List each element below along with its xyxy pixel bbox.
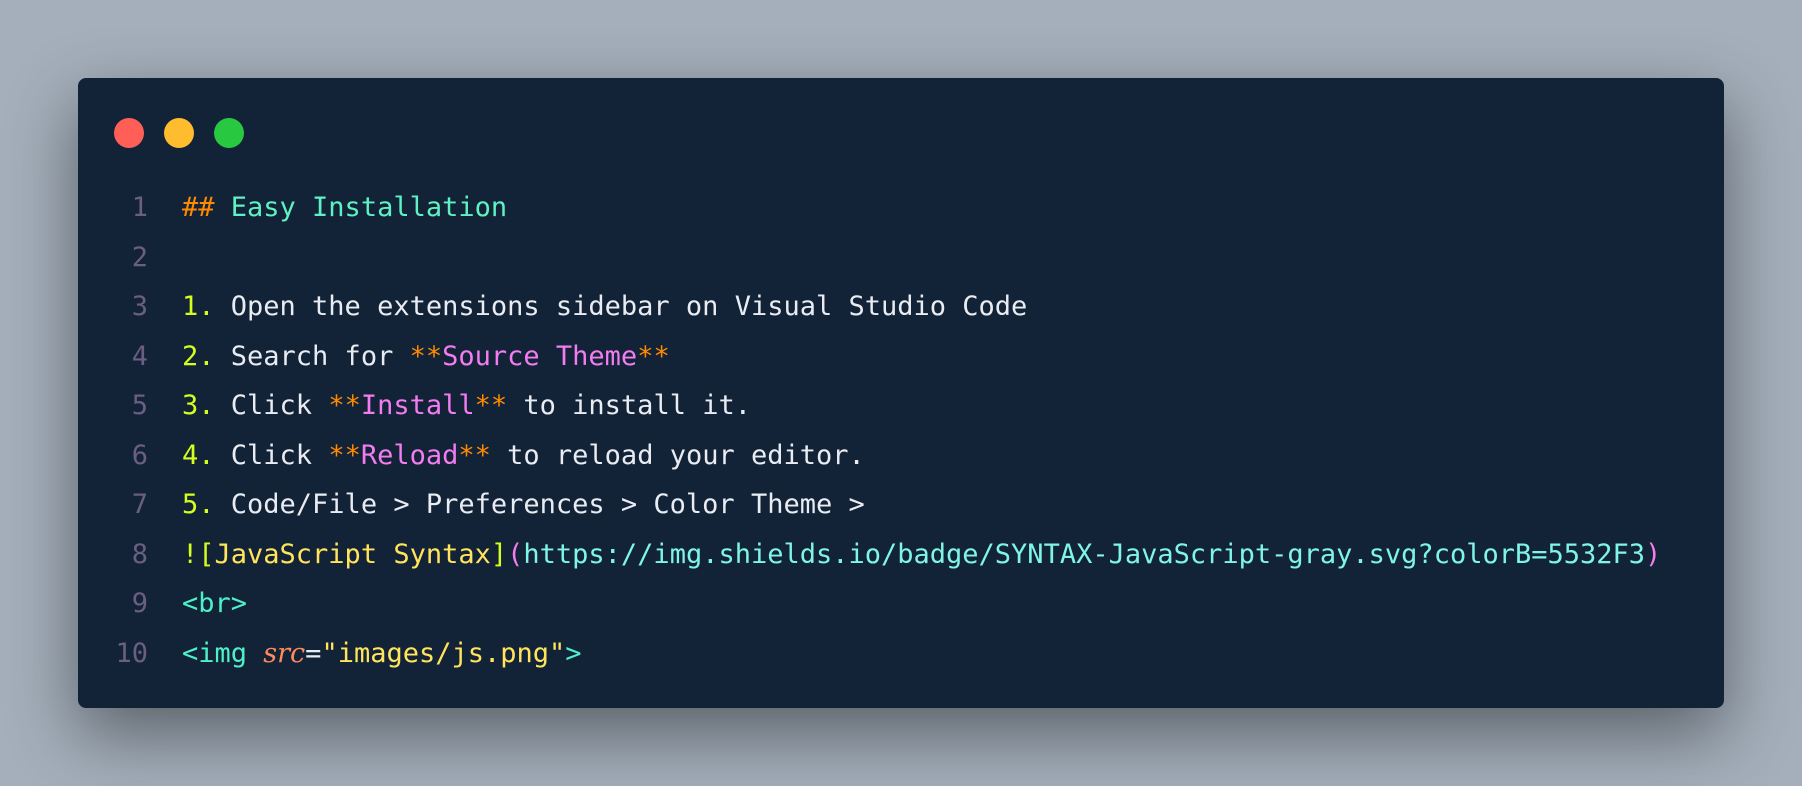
line-content: 1. Open the extensions sidebar on Visual…	[182, 282, 1027, 332]
list-tail-text: to reload your editor.	[490, 439, 865, 471]
line-number: 6	[131, 439, 148, 471]
image-bracket-open: ![	[182, 538, 215, 570]
line-content: <br>	[182, 579, 247, 629]
line-number: 9	[131, 588, 148, 619]
maximize-button[interactable]	[214, 118, 244, 148]
close-button[interactable]	[114, 118, 144, 148]
line-content: ## Easy Installation	[182, 183, 507, 233]
line-number: 3	[131, 291, 148, 322]
list-text: Open the extensions sidebar on Visual St…	[214, 291, 1028, 322]
line-number: 1	[131, 192, 148, 223]
line-number: 5	[131, 390, 148, 421]
line-content: 3. Click **Install** to install it.	[182, 381, 751, 431]
code-line: 3 1. Open the extensions sidebar on Visu…	[78, 282, 1661, 332]
equals-sign: =	[305, 637, 322, 669]
url-paren-close: )	[1645, 538, 1662, 570]
line-number: 8	[131, 538, 148, 570]
line-content: <img src="images/js.png">	[182, 629, 582, 679]
code-line: 6 4. Click **Reload** to reload your edi…	[78, 431, 1661, 481]
line-content: 4. Click **Reload** to reload your edito…	[182, 431, 865, 481]
list-number: 2.	[182, 340, 215, 372]
list-number: 1.	[182, 291, 215, 322]
code-window: 1 ## Easy Installation 2 3 1. Open the e…	[78, 78, 1724, 708]
line-content: 2. Search for **Source Theme**	[182, 332, 670, 382]
bold-text: Install	[360, 390, 475, 421]
line-number: 10	[115, 637, 148, 669]
bold-marker: **	[409, 340, 443, 372]
code-editor[interactable]: 1 ## Easy Installation 2 3 1. Open the e…	[78, 183, 1661, 678]
line-number: 2	[131, 241, 148, 273]
window-controls	[114, 118, 244, 148]
code-line: 9 <br>	[78, 579, 1661, 629]
attribute-value: "images/js.png"	[321, 637, 566, 669]
url-paren-open: (	[507, 538, 524, 570]
bold-marker: **	[474, 390, 508, 421]
code-line: 7 5. Code/File > Preferences > Color The…	[78, 480, 1661, 530]
heading-text: Easy Installation	[214, 192, 508, 223]
html-tag-close: >	[565, 637, 582, 669]
list-text: Code/File > Preferences > Color Theme >	[214, 489, 865, 520]
bold-marker: **	[328, 439, 361, 471]
list-tail-text: to install it.	[507, 390, 751, 421]
image-bracket-close: ]	[490, 538, 508, 570]
minimize-button[interactable]	[164, 118, 194, 148]
code-line: 8 ![JavaScript Syntax](https://img.shiel…	[78, 530, 1662, 580]
bold-marker: **	[328, 390, 361, 421]
bold-marker: **	[637, 340, 670, 372]
bold-text: Source Theme	[442, 340, 638, 372]
list-text: Click	[214, 390, 329, 421]
html-attribute: src	[263, 637, 306, 669]
html-tag-open: <img	[182, 637, 264, 669]
code-line: 4 2. Search for **Source Theme**	[78, 332, 1661, 382]
code-line: 2	[78, 233, 1661, 283]
list-number: 5.	[182, 489, 215, 520]
list-text: Click	[214, 439, 329, 471]
bold-text: Reload	[360, 439, 459, 471]
list-number: 3.	[182, 390, 215, 421]
heading-marker: ##	[182, 192, 215, 223]
line-content: 5. Code/File > Preferences > Color Theme…	[182, 480, 865, 530]
image-alt-text: JavaScript Syntax	[214, 538, 491, 570]
bold-marker: **	[458, 439, 491, 471]
line-number: 7	[131, 489, 148, 520]
list-number: 4.	[182, 439, 215, 471]
list-text: Search for	[214, 340, 410, 372]
html-tag: <br>	[182, 588, 248, 619]
code-line: 5 3. Click **Install** to install it.	[78, 381, 1661, 431]
code-line: 1 ## Easy Installation	[78, 183, 1661, 233]
line-number: 4	[131, 340, 148, 372]
image-url: https://img.shields.io/badge/SYNTAX-Java…	[523, 538, 1646, 570]
code-line: 10 <img src="images/js.png">	[78, 629, 1661, 679]
line-content: ![JavaScript Syntax](https://img.shields…	[182, 530, 1661, 580]
